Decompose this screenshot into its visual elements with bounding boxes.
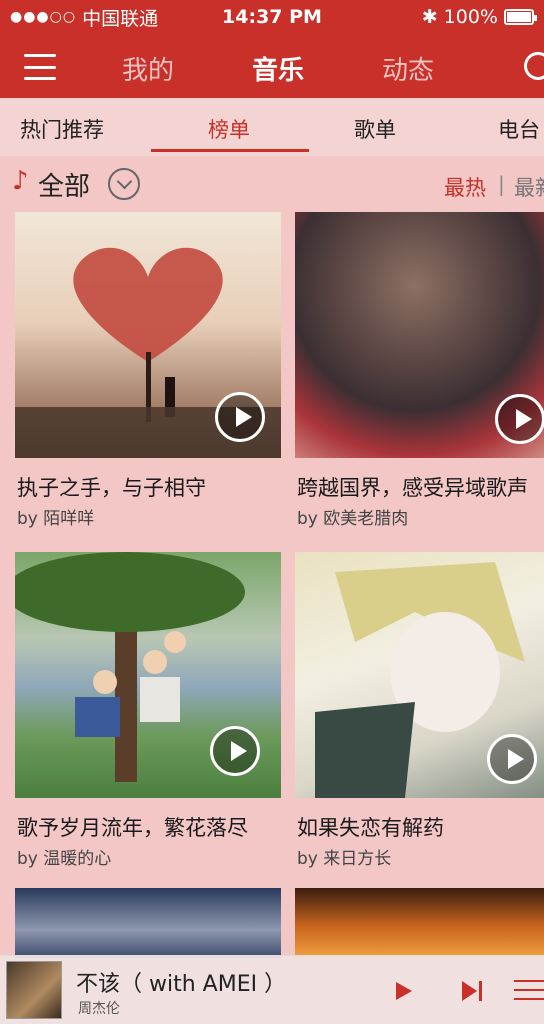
filter-row: ♪ 全部 最热 | 最新 — [0, 160, 544, 208]
playlist-cover[interactable] — [295, 888, 544, 958]
bluetooth-icon: ✱ — [421, 6, 438, 28]
playlist-card[interactable]: 如果失恋有解药 by 来日方长 — [295, 552, 544, 869]
playlist-cover[interactable] — [15, 552, 281, 798]
battery-fill — [507, 12, 531, 22]
album-cover[interactable] — [6, 961, 62, 1019]
playlist-cover[interactable] — [15, 212, 281, 458]
playlist-cover[interactable] — [15, 888, 281, 958]
player-artist: 周杰伦 — [78, 1001, 120, 1017]
active-tab-underline — [151, 149, 309, 152]
card-title[interactable]: 如果失恋有解药 — [297, 812, 444, 842]
player-song-title[interactable]: 不该（ with AMEI ） — [76, 966, 286, 998]
menu-icon[interactable] — [24, 54, 56, 80]
play-icon[interactable] — [487, 734, 537, 784]
card-author: by 来日方长 — [297, 849, 392, 869]
playlist-card[interactable]: 歌予岁月流年，繁花落尽 by 温暖的心 — [15, 552, 281, 869]
sub-tabs: 热门推荐 榜单 歌单 电台 — [0, 98, 544, 156]
nav-tab-mine[interactable]: 我的 — [122, 50, 174, 87]
card-title[interactable]: 跨越国界，感受异域歌声 — [297, 472, 528, 502]
playlist-icon[interactable] — [514, 980, 544, 1002]
next-track-icon[interactable] — [462, 980, 486, 1002]
card-title[interactable]: 歌予岁月流年，繁花落尽 — [17, 812, 248, 842]
playlist-cover[interactable] — [295, 212, 544, 458]
play-icon[interactable] — [495, 394, 544, 444]
playlist-card[interactable] — [15, 888, 281, 958]
tab-charts[interactable]: 榜单 — [208, 114, 250, 144]
playlist-card[interactable] — [295, 888, 544, 958]
carrier-label: 中国联通 — [82, 7, 159, 30]
status-bar: ●●●○○ 中国联通 14:37 PM ✱ 100% — [0, 0, 544, 34]
nav-tab-music[interactable]: 音乐 — [252, 50, 304, 87]
tab-playlists[interactable]: 歌单 — [354, 114, 396, 144]
play-icon[interactable] — [210, 726, 260, 776]
signal-icon: ●●●○○ — [10, 9, 77, 25]
battery-icon — [504, 9, 537, 25]
play-icon[interactable] — [215, 392, 265, 442]
top-nav-bar: 我的 音乐 动态 — [0, 34, 544, 98]
nav-tab-feed[interactable]: 动态 — [382, 50, 434, 87]
playlist-card[interactable]: 跨越国界，感受异域歌声 by 欧美老腊肉 — [295, 212, 544, 529]
play-icon[interactable] — [396, 982, 412, 1000]
battery-percent: 100% — [443, 6, 498, 28]
music-note-icon: ♪ — [12, 166, 29, 196]
card-author: by 陌咩咩 — [17, 509, 95, 529]
sort-divider: | — [498, 172, 505, 196]
tab-radio[interactable]: 电台 — [498, 114, 540, 144]
card-author: by 温暖的心 — [17, 849, 112, 869]
playlist-card[interactable]: 执子之手，与子相守 by 陌咩咩 — [15, 212, 281, 529]
mini-player[interactable]: 不该（ with AMEI ） 周杰伦 — [0, 955, 544, 1024]
card-title[interactable]: 执子之手，与子相守 — [17, 472, 206, 502]
card-author: by 欧美老腊肉 — [297, 509, 409, 529]
tab-hot-recommend[interactable]: 热门推荐 — [20, 114, 104, 144]
filter-label[interactable]: 全部 — [38, 166, 90, 203]
sort-new-button[interactable]: 最新 — [514, 172, 544, 202]
status-right: ✱ 100% — [421, 6, 537, 28]
playlist-cover[interactable] — [295, 552, 544, 798]
sort-hot-button[interactable]: 最热 — [444, 172, 486, 202]
search-icon[interactable] — [524, 52, 544, 80]
chevron-down-icon[interactable] — [108, 168, 140, 200]
status-left: ●●●○○ 中国联通 — [10, 4, 158, 31]
